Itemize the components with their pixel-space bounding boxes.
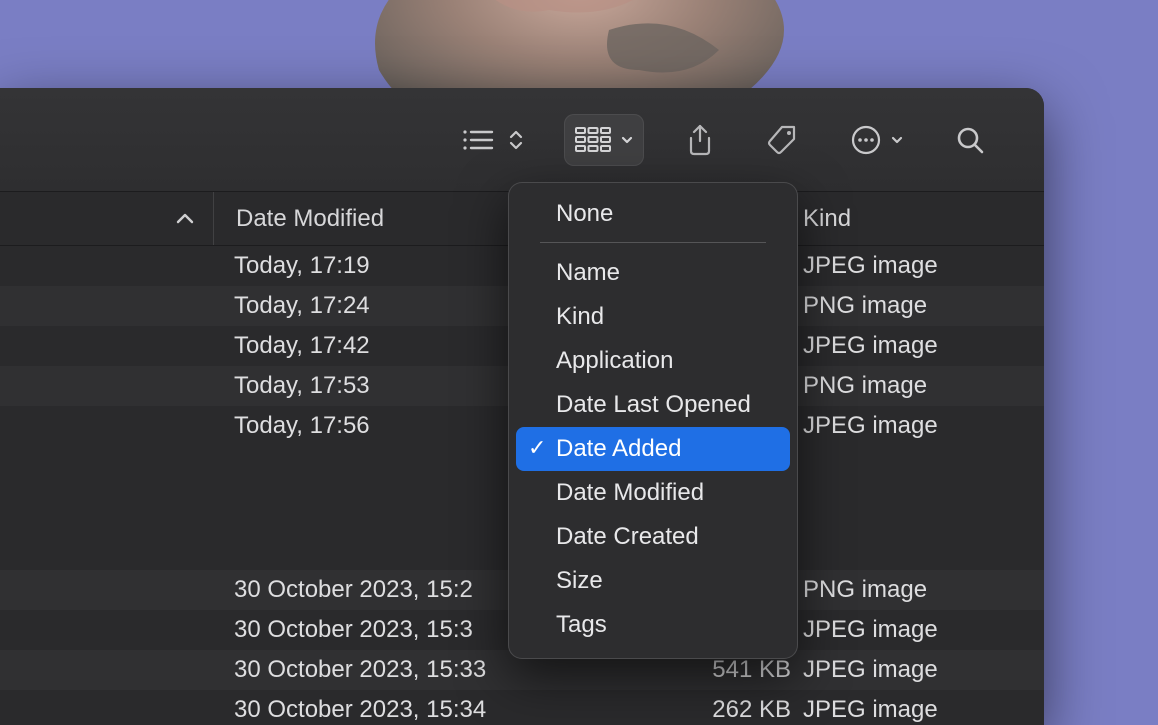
menu-separator <box>540 242 766 243</box>
chevron-up-icon <box>175 212 195 226</box>
group-by-button[interactable] <box>564 114 644 166</box>
cell-size: 541 KB <box>669 656 797 684</box>
table-row[interactable]: 30 October 2023, 15:34262 KBJPEG image <box>0 690 1044 725</box>
list-icon <box>460 126 500 154</box>
cell-kind: JPEG image <box>797 332 1044 360</box>
view-as-list-button[interactable] <box>450 114 534 166</box>
menu-item-size[interactable]: Size <box>516 559 790 603</box>
cell-kind: PNG image <box>797 576 1044 604</box>
more-actions-button[interactable] <box>840 114 914 166</box>
toolbar <box>0 88 1044 192</box>
cell-kind: PNG image <box>797 292 1044 320</box>
edit-tags-button[interactable] <box>756 114 810 166</box>
ellipsis-circle-icon <box>850 124 882 156</box>
cell-kind: PNG image <box>797 372 1044 400</box>
share-icon <box>684 123 716 157</box>
column-header-kind[interactable]: Kind <box>797 205 1044 233</box>
group-icon <box>574 125 612 155</box>
cell-size: 262 KB <box>669 696 797 724</box>
menu-item-kind[interactable]: Kind <box>516 295 790 339</box>
cell-kind: JPEG image <box>797 656 1044 684</box>
menu-item-date-created[interactable]: Date Created <box>516 515 790 559</box>
menu-item-none[interactable]: None <box>516 192 790 236</box>
menu-item-application[interactable]: Application <box>516 339 790 383</box>
share-button[interactable] <box>674 114 726 166</box>
menu-item-date-added[interactable]: Date Added <box>516 427 790 471</box>
up-down-chevron-icon <box>508 128 524 152</box>
group-by-menu: NoneNameKindApplicationDate Last OpenedD… <box>508 182 798 659</box>
chevron-down-icon <box>620 133 634 147</box>
search-icon <box>954 124 986 156</box>
menu-item-date-modified[interactable]: Date Modified <box>516 471 790 515</box>
cell-kind: JPEG image <box>797 696 1044 724</box>
search-button[interactable] <box>944 114 996 166</box>
menu-item-name[interactable]: Name <box>516 251 790 295</box>
sort-indicator[interactable] <box>0 192 214 245</box>
cell-kind: JPEG image <box>797 616 1044 644</box>
cell-kind: JPEG image <box>797 252 1044 280</box>
cell-date: 30 October 2023, 15:33 <box>234 656 669 684</box>
cell-date: 30 October 2023, 15:34 <box>234 696 669 724</box>
menu-item-date-last-opened[interactable]: Date Last Opened <box>516 383 790 427</box>
cell-kind: JPEG image <box>797 412 1044 440</box>
tag-icon <box>766 123 800 157</box>
menu-item-tags[interactable]: Tags <box>516 603 790 647</box>
chevron-down-icon <box>890 133 904 147</box>
